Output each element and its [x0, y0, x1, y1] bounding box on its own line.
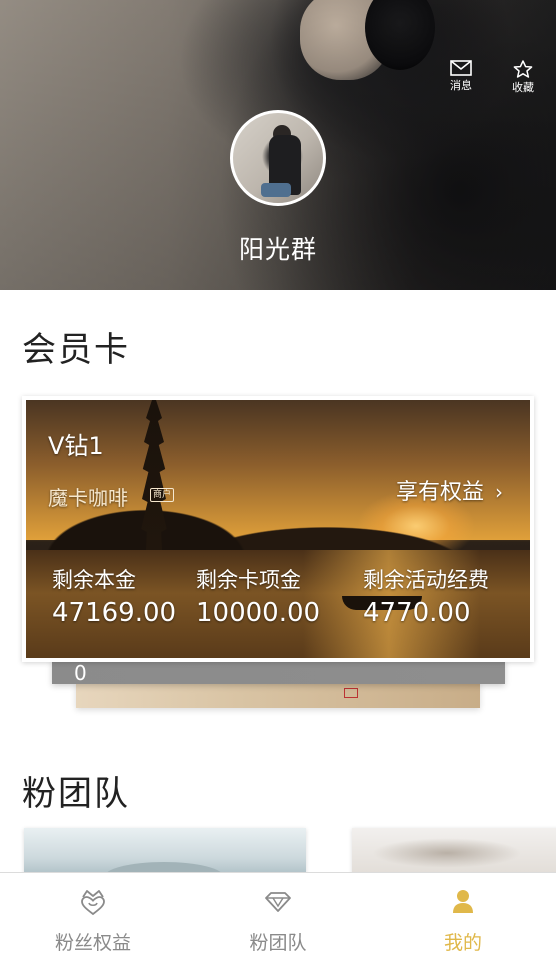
stat-label-activity-funds: 剩余活动经费 — [363, 568, 489, 592]
avatar-legs — [261, 183, 291, 197]
favorites-label: 收藏 — [512, 81, 534, 94]
stacked-card[interactable]: 0 — [52, 660, 505, 685]
messages-label: 消息 — [450, 79, 472, 92]
member-card-section-title: 会员卡 — [22, 330, 130, 370]
tab-fan-benefits[interactable]: 粉丝权益 — [18, 873, 168, 957]
card-level: V钻1 — [48, 432, 104, 460]
stat-value-principal: 47169.00 — [52, 598, 177, 628]
profile-header: 消息 收藏 阳光群 — [0, 0, 556, 290]
tab-fan-team[interactable]: 粉团队 — [203, 873, 353, 957]
team-card-image — [372, 838, 522, 868]
chevron-right-icon: › — [495, 480, 504, 504]
stacked-card-stamp — [344, 688, 358, 698]
tab-mine[interactable]: 我的 — [388, 873, 538, 957]
diamond-icon — [265, 892, 291, 912]
stat-label-card-items: 剩余卡项金 — [196, 568, 301, 592]
team-section-title: 粉团队 — [22, 774, 130, 814]
tab-mine-label: 我的 — [443, 932, 482, 954]
benefits-link[interactable]: 享有权益 › — [396, 474, 503, 506]
stacked-card-value: 0 — [74, 661, 87, 685]
stat-value-card-items: 10000.00 — [196, 598, 321, 628]
stat-label-principal: 剩余本金 — [52, 568, 136, 592]
team-card[interactable] — [24, 828, 306, 878]
member-card[interactable]: V钻1 魔卡咖啡 商户 享有权益 › 剩余本金 47169.00 剩余卡项金 1… — [26, 400, 530, 658]
stacked-card-back[interactable] — [76, 682, 480, 708]
bottom-tab-bar: 粉丝权益 粉团队 我的 — [0, 872, 556, 957]
mail-icon — [450, 60, 472, 76]
avatar[interactable] — [230, 110, 326, 206]
tab-fan-team-label: 粉团队 — [249, 932, 307, 954]
team-card[interactable] — [352, 828, 556, 878]
shop-tag-badge: 商户 — [150, 488, 175, 502]
card-shop-name: 魔卡咖啡 — [48, 486, 128, 510]
crown-heart-icon — [81, 890, 105, 916]
stat-value-activity-funds: 4770.00 — [363, 598, 471, 628]
person-icon — [453, 890, 473, 913]
benefits-label: 享有权益 — [396, 480, 485, 505]
username: 阳光群 — [238, 235, 317, 264]
star-icon — [513, 60, 533, 78]
tab-fan-benefits-label: 粉丝权益 — [54, 932, 131, 954]
favorites-button[interactable]: 收藏 — [505, 60, 541, 95]
messages-button[interactable]: 消息 — [443, 60, 479, 93]
